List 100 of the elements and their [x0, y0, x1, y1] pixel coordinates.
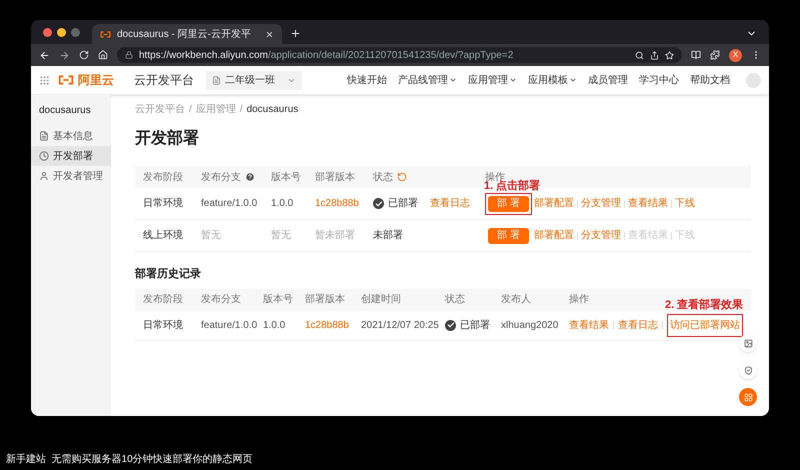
column-header: 发布分支 [201, 170, 241, 184]
table-cell: 暂未部署 [315, 230, 355, 241]
status-text: 未部署 [373, 228, 403, 243]
table-cell: 1.0.0 [271, 198, 294, 209]
caption: 新手建站 无需购买服务器10分钟快速部署你的静态网页 [6, 454, 253, 465]
tab-title: docusaurus - 阿里云-云开发平 [117, 28, 252, 42]
nav-link[interactable]: 应用管理 [468, 72, 517, 88]
home-icon[interactable] [98, 50, 108, 60]
table-cell: 线上环境 [143, 230, 183, 241]
picture-frame-icon [744, 338, 752, 348]
action-link[interactable]: 查看日志 [618, 318, 658, 332]
apps-button[interactable] [739, 388, 757, 406]
table-cell: 暂无 [201, 230, 221, 241]
table-cell: feature/1.0.0 [201, 198, 258, 209]
refresh-icon[interactable] [397, 172, 407, 182]
logo-text: 阿里云 [78, 72, 114, 89]
annotation-label: 1. 点击部署 [484, 180, 540, 194]
zoom-icon[interactable] [635, 50, 644, 60]
column-header: 操作 [485, 170, 505, 182]
browser-tab[interactable]: docusaurus - 阿里云-云开发平 [92, 24, 282, 44]
nav-link[interactable]: 成员管理 [588, 72, 628, 88]
logo-icon [58, 75, 74, 85]
column-header: 创建时间 [361, 294, 401, 305]
deploy-button[interactable]: 部 署 [488, 228, 529, 244]
new-tab-icon[interactable] [290, 28, 301, 39]
user-icon [39, 171, 49, 181]
grid-icon [744, 392, 752, 402]
column-header: 状态 [445, 294, 465, 305]
caret-icon [569, 76, 577, 84]
column-header: 状态 [373, 170, 393, 184]
table-cell: 暂无 [271, 230, 291, 241]
profile-avatar[interactable]: X [729, 48, 742, 62]
nav-link[interactable]: 帮助文档 [690, 72, 730, 88]
table-cell: feature/1.0.0 [201, 320, 258, 330]
nav-link[interactable]: 快速开始 [347, 72, 387, 88]
caret-icon [449, 76, 457, 84]
reload-icon[interactable] [79, 50, 89, 60]
help-icon[interactable] [245, 172, 255, 182]
action-link[interactable]: 查看结果 [569, 318, 609, 332]
column-header: 操作 [569, 294, 589, 305]
action-link[interactable]: 部署配置 [534, 228, 574, 243]
action-link[interactable]: 下线 [674, 196, 695, 211]
tab-favicon-icon [100, 30, 111, 38]
bookmark-star-icon[interactable] [665, 50, 674, 60]
back-icon[interactable] [39, 50, 50, 60]
action-link[interactable]: 分支管理 [580, 196, 621, 211]
address-bar[interactable]: https://workbench.aliyun.com/application/detail/2021120701541235/dev/?appType=2 [117, 47, 682, 63]
breadcrumb-link[interactable]: 应用管理 [196, 102, 236, 117]
nav-link[interactable]: 产品线管理 [398, 72, 457, 88]
table-cell: 日常环境 [143, 198, 183, 209]
close-icon[interactable] [265, 30, 274, 38]
table-cell: 日常环境 [143, 320, 183, 330]
status-text: 已部署 [388, 196, 418, 211]
section-title: 部署历史记录 [135, 266, 202, 282]
caret-icon [509, 76, 517, 84]
breadcrumb-separator: / [189, 103, 192, 117]
lock-icon [125, 51, 133, 59]
reading-list-icon[interactable] [691, 50, 701, 60]
table-cell: 2021/12/07 20:25 [361, 320, 439, 330]
breadcrumb-link[interactable]: 云开发平台 [135, 102, 185, 117]
action-link[interactable]: 分支管理 [580, 228, 621, 243]
column-header: 发布阶段 [143, 170, 183, 184]
sidebar-item[interactable]: 开发者管理 [31, 166, 111, 186]
status-text: 已部署 [460, 318, 490, 332]
extensions-icon[interactable] [710, 50, 720, 60]
commit-link[interactable]: 1c28b88b [315, 198, 359, 209]
column-header: 部署版本 [315, 170, 355, 184]
deploy-button[interactable]: 部 署 [488, 196, 529, 212]
commit-link[interactable]: 1c28b88b [305, 320, 349, 330]
column-header: 发布人 [501, 294, 531, 305]
column-header: 版本号 [271, 170, 301, 184]
nav-link[interactable]: 应用模板 [528, 72, 577, 88]
document-icon [212, 76, 221, 84]
sidebar-title: docusaurus [38, 104, 92, 118]
log-link[interactable]: 查看日志 [430, 196, 470, 211]
document-icon [39, 131, 49, 141]
url-text: https://workbench.aliyun.com/application/detail/2021120701541235/dev/?appType=2 [139, 48, 514, 62]
page-title: 开发部署 [135, 128, 200, 149]
share-icon[interactable] [650, 50, 659, 60]
column-header: 发布阶段 [143, 294, 183, 305]
feedback-button[interactable] [739, 334, 757, 352]
clock-icon [39, 151, 49, 161]
action-link[interactable]: 访问已部署网站 [667, 314, 743, 336]
sidebar-item[interactable]: 开发部署 [31, 146, 111, 166]
forward-icon[interactable] [59, 50, 70, 60]
annotation-label: 2. 查看部署效果 [665, 298, 744, 312]
apps-grid-icon[interactable] [39, 74, 50, 86]
table-cell: 1.0.0 [263, 320, 286, 330]
action-link[interactable]: 查看结果 [628, 196, 668, 211]
product-name: 云开发平台 [134, 72, 194, 89]
column-header: 版本号 [263, 294, 293, 305]
action-link[interactable]: 部署配置 [534, 196, 574, 211]
column-header: 发布分支 [201, 294, 241, 305]
breadcrumb-separator: / [240, 103, 243, 117]
table-cell: xlhuang2020 [501, 320, 558, 330]
project-select[interactable]: 二年级一班 [206, 70, 302, 90]
sidebar-item[interactable]: 基本信息 [31, 126, 111, 146]
column-header: 部署版本 [305, 294, 345, 305]
nav-link[interactable]: 学习中心 [639, 72, 679, 88]
security-button[interactable] [739, 361, 757, 379]
